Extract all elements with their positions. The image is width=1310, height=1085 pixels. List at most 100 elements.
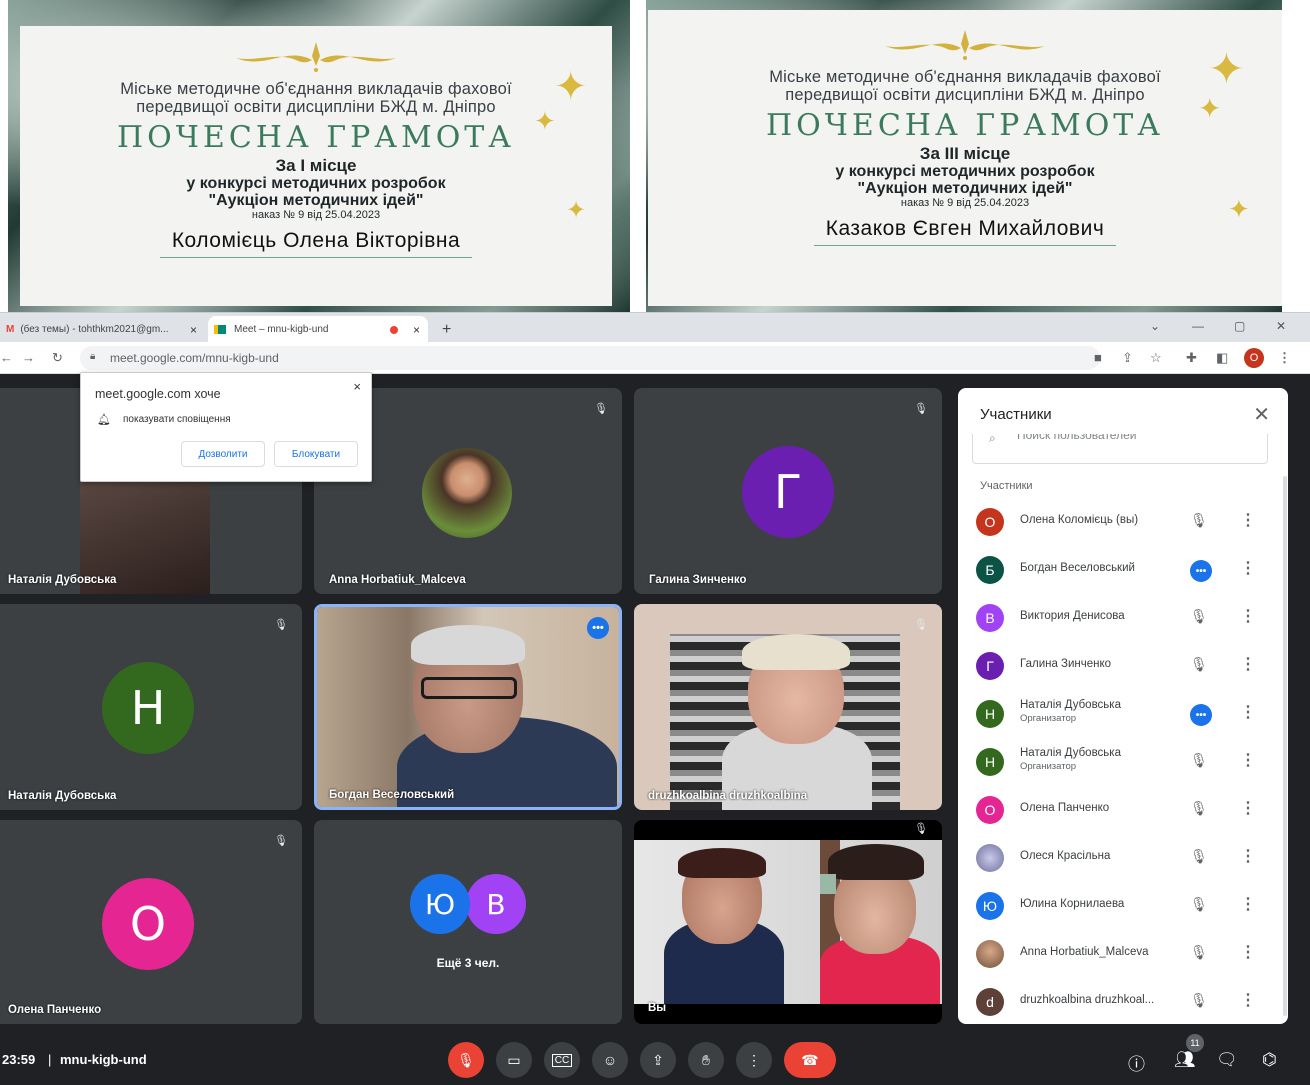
allow-button[interactable]: Дозволити: [181, 441, 265, 467]
block-button[interactable]: Блокувати: [274, 441, 358, 467]
popup-close-button[interactable]: ×: [353, 379, 361, 394]
profile-avatar[interactable]: О: [1244, 348, 1264, 368]
more-options-icon[interactable]: ⋮: [1240, 894, 1256, 914]
browser-menu-icon[interactable]: ⋮: [1278, 350, 1291, 366]
gold-ornament-icon: [885, 30, 1045, 60]
tab-gmail[interactable]: M (без темы) - tohthkm2021@gm... ×: [0, 316, 205, 343]
forward-icon[interactable]: →: [22, 350, 35, 365]
captions-button[interactable]: CC: [544, 1042, 580, 1078]
mic-off-icon: 🎙︎: [1190, 752, 1208, 768]
participant-avatar: В: [466, 874, 526, 934]
participant-row[interactable]: Anna Horbatiuk_Malceva 🎙︎ ⋮: [958, 930, 1288, 978]
participant-row[interactable]: Ю Юлина Корнилаева 🎙︎ ⋮: [958, 882, 1288, 930]
mic-toggle-button[interactable]: 🎙︎: [448, 1042, 484, 1078]
more-options-icon[interactable]: ⋮: [1240, 510, 1256, 530]
participant-row[interactable]: Олеся Красільна 🎙︎ ⋮: [958, 834, 1288, 882]
participant-row[interactable]: Б Богдан Веселовський ••• ⋮: [958, 546, 1288, 594]
participant-row[interactable]: Н Наталія Дубовська Организатор ••• ⋮: [958, 690, 1288, 738]
tab-search-button[interactable]: ⌄: [1150, 319, 1160, 333]
activities-icon[interactable]: ⌬: [1262, 1050, 1277, 1070]
more-options-icon[interactable]: ⋮: [1240, 558, 1256, 578]
more-options-icon[interactable]: ⋮: [1240, 942, 1256, 962]
participant-tile[interactable]: 🎙︎ druzhkoalbina druzhkoalbina: [634, 604, 942, 810]
more-participants-tile[interactable]: Ю В Ещё 3 чел.: [314, 820, 622, 1024]
mic-off-icon: 🎙︎: [914, 619, 928, 631]
participant-name: Олена Коломієць (вы): [1020, 514, 1139, 526]
participant-row[interactable]: Н Наталія Дубовська Организатор 🎙︎ ⋮: [958, 738, 1288, 786]
meeting-info-icon[interactable]: ⓘ: [1128, 1050, 1145, 1075]
participant-row[interactable]: О Олена Коломієць (вы) 🎙︎ ⋮: [958, 498, 1288, 546]
participant-name: Юлина Корнилаева: [1020, 898, 1125, 910]
minimize-button[interactable]: —: [1192, 319, 1204, 333]
participant-tile[interactable]: 🎙︎ Г Галина Зинченко: [634, 388, 942, 594]
more-options-icon[interactable]: ⋮: [1240, 654, 1256, 674]
participant-tile[interactable]: 🎙︎ Н Наталія Дубовська: [0, 604, 302, 810]
sidepanel-icon[interactable]: ◧: [1216, 350, 1228, 366]
participant-row[interactable]: d druzhkoalbina druzhkoal... 🎙︎ ⋮: [958, 978, 1288, 1024]
participant-row[interactable]: Г Галина Зинченко 🎙︎ ⋮: [958, 642, 1288, 690]
restore-button[interactable]: ▢: [1234, 319, 1245, 333]
more-options-icon[interactable]: ⋮: [1240, 750, 1256, 770]
certificate-recipient: Казаков Євген Михайлович: [813, 217, 1117, 246]
share-icon[interactable]: ⇪: [1122, 350, 1133, 366]
participant-avatar: Ю: [410, 874, 470, 934]
participant-avatar: d: [976, 988, 1004, 1016]
speaking-indicator-icon: •••: [1190, 704, 1212, 726]
meeting-time: 23:59: [2, 1052, 36, 1067]
mic-off-icon: 🎙︎: [1190, 944, 1208, 960]
participant-name: Олена Панченко: [8, 1004, 102, 1016]
more-options-button[interactable]: ⋮: [736, 1042, 772, 1078]
certificate-organization-line2: передвищої освіти дисципліни БЖД м. Дніп…: [785, 86, 1145, 104]
present-button[interactable]: ⇪: [640, 1042, 676, 1078]
sparkle-icon: ✦: [1208, 45, 1245, 94]
close-panel-button[interactable]: ✕: [1253, 402, 1270, 427]
more-participants-label: Ещё 3 чел.: [436, 956, 500, 970]
participant-photo-avatar: [976, 940, 1004, 968]
participant-avatar: О: [976, 796, 1004, 824]
self-view-tile[interactable]: 🎙︎ Вы: [634, 820, 942, 1024]
participant-row[interactable]: В Виктория Денисова 🎙︎ ⋮: [958, 594, 1288, 642]
more-options-icon[interactable]: ⋮: [1240, 702, 1256, 722]
leave-call-button[interactable]: ☎︎: [784, 1042, 836, 1078]
participant-avatar: Н: [976, 700, 1004, 728]
panel-scrollbar[interactable]: [1283, 476, 1287, 1016]
camera-toggle-button[interactable]: ▭: [496, 1042, 532, 1078]
recording-icon: [390, 325, 398, 334]
close-window-button[interactable]: ✕: [1276, 319, 1286, 333]
tab-meet[interactable]: Meet – mnu-kigb-und ×: [208, 316, 428, 343]
raise-hand-button[interactable]: ✋︎: [688, 1042, 724, 1078]
certificate-order: наказ № 9 від 25.04.2023: [900, 197, 1030, 209]
people-icon[interactable]: 👥︎: [1174, 1050, 1196, 1070]
extensions-icon[interactable]: ✚: [1186, 350, 1197, 366]
participant-avatar: О: [102, 878, 194, 970]
participant-name: Наталія Дубовська: [8, 574, 117, 586]
popup-title: meet.google.com хоче: [95, 387, 221, 401]
participant-row[interactable]: О Олена Панченко 🎙︎ ⋮: [958, 786, 1288, 834]
url-field[interactable]: 🔒︎ meet.google.com/mnu-kigb-und: [80, 346, 1100, 370]
reload-icon[interactable]: ↻: [52, 350, 63, 366]
more-vert-icon: ⋮: [747, 1051, 761, 1068]
participant-video: [634, 604, 942, 810]
bookmark-star-icon[interactable]: ☆: [1150, 350, 1162, 366]
back-icon[interactable]: ←: [0, 350, 13, 365]
participant-search-input[interactable]: ⌕ Поиск пользователей: [972, 434, 1268, 464]
participant-name: Anna Horbatiuk_Malceva: [1020, 946, 1149, 958]
participant-avatar: Г: [742, 446, 834, 538]
reactions-button[interactable]: ☺: [592, 1042, 628, 1078]
participant-tile-active-speaker[interactable]: ••• Богдан Веселовський: [314, 604, 622, 810]
meet-icon: [214, 325, 226, 334]
gmail-icon: M: [6, 324, 15, 335]
mic-off-icon: 🎙︎: [274, 619, 288, 631]
more-options-icon[interactable]: ⋮: [1240, 990, 1256, 1010]
section-heading: Участники: [980, 480, 1033, 492]
browser-tab-bar: M (без темы) - tohthkm2021@gm... × Meet …: [0, 312, 1310, 343]
tab-close-button[interactable]: ×: [190, 323, 197, 337]
new-tab-button[interactable]: +: [436, 316, 460, 343]
tab-close-button[interactable]: ×: [413, 323, 420, 337]
more-options-icon[interactable]: ⋮: [1240, 798, 1256, 818]
chat-icon[interactable]: 🗨︎: [1216, 1050, 1238, 1070]
more-options-icon[interactable]: ⋮: [1240, 606, 1256, 626]
more-options-icon[interactable]: ⋮: [1240, 846, 1256, 866]
participant-tile[interactable]: 🎙︎ О Олена Панченко: [0, 820, 302, 1024]
camera-icon[interactable]: ■: [1094, 350, 1102, 365]
